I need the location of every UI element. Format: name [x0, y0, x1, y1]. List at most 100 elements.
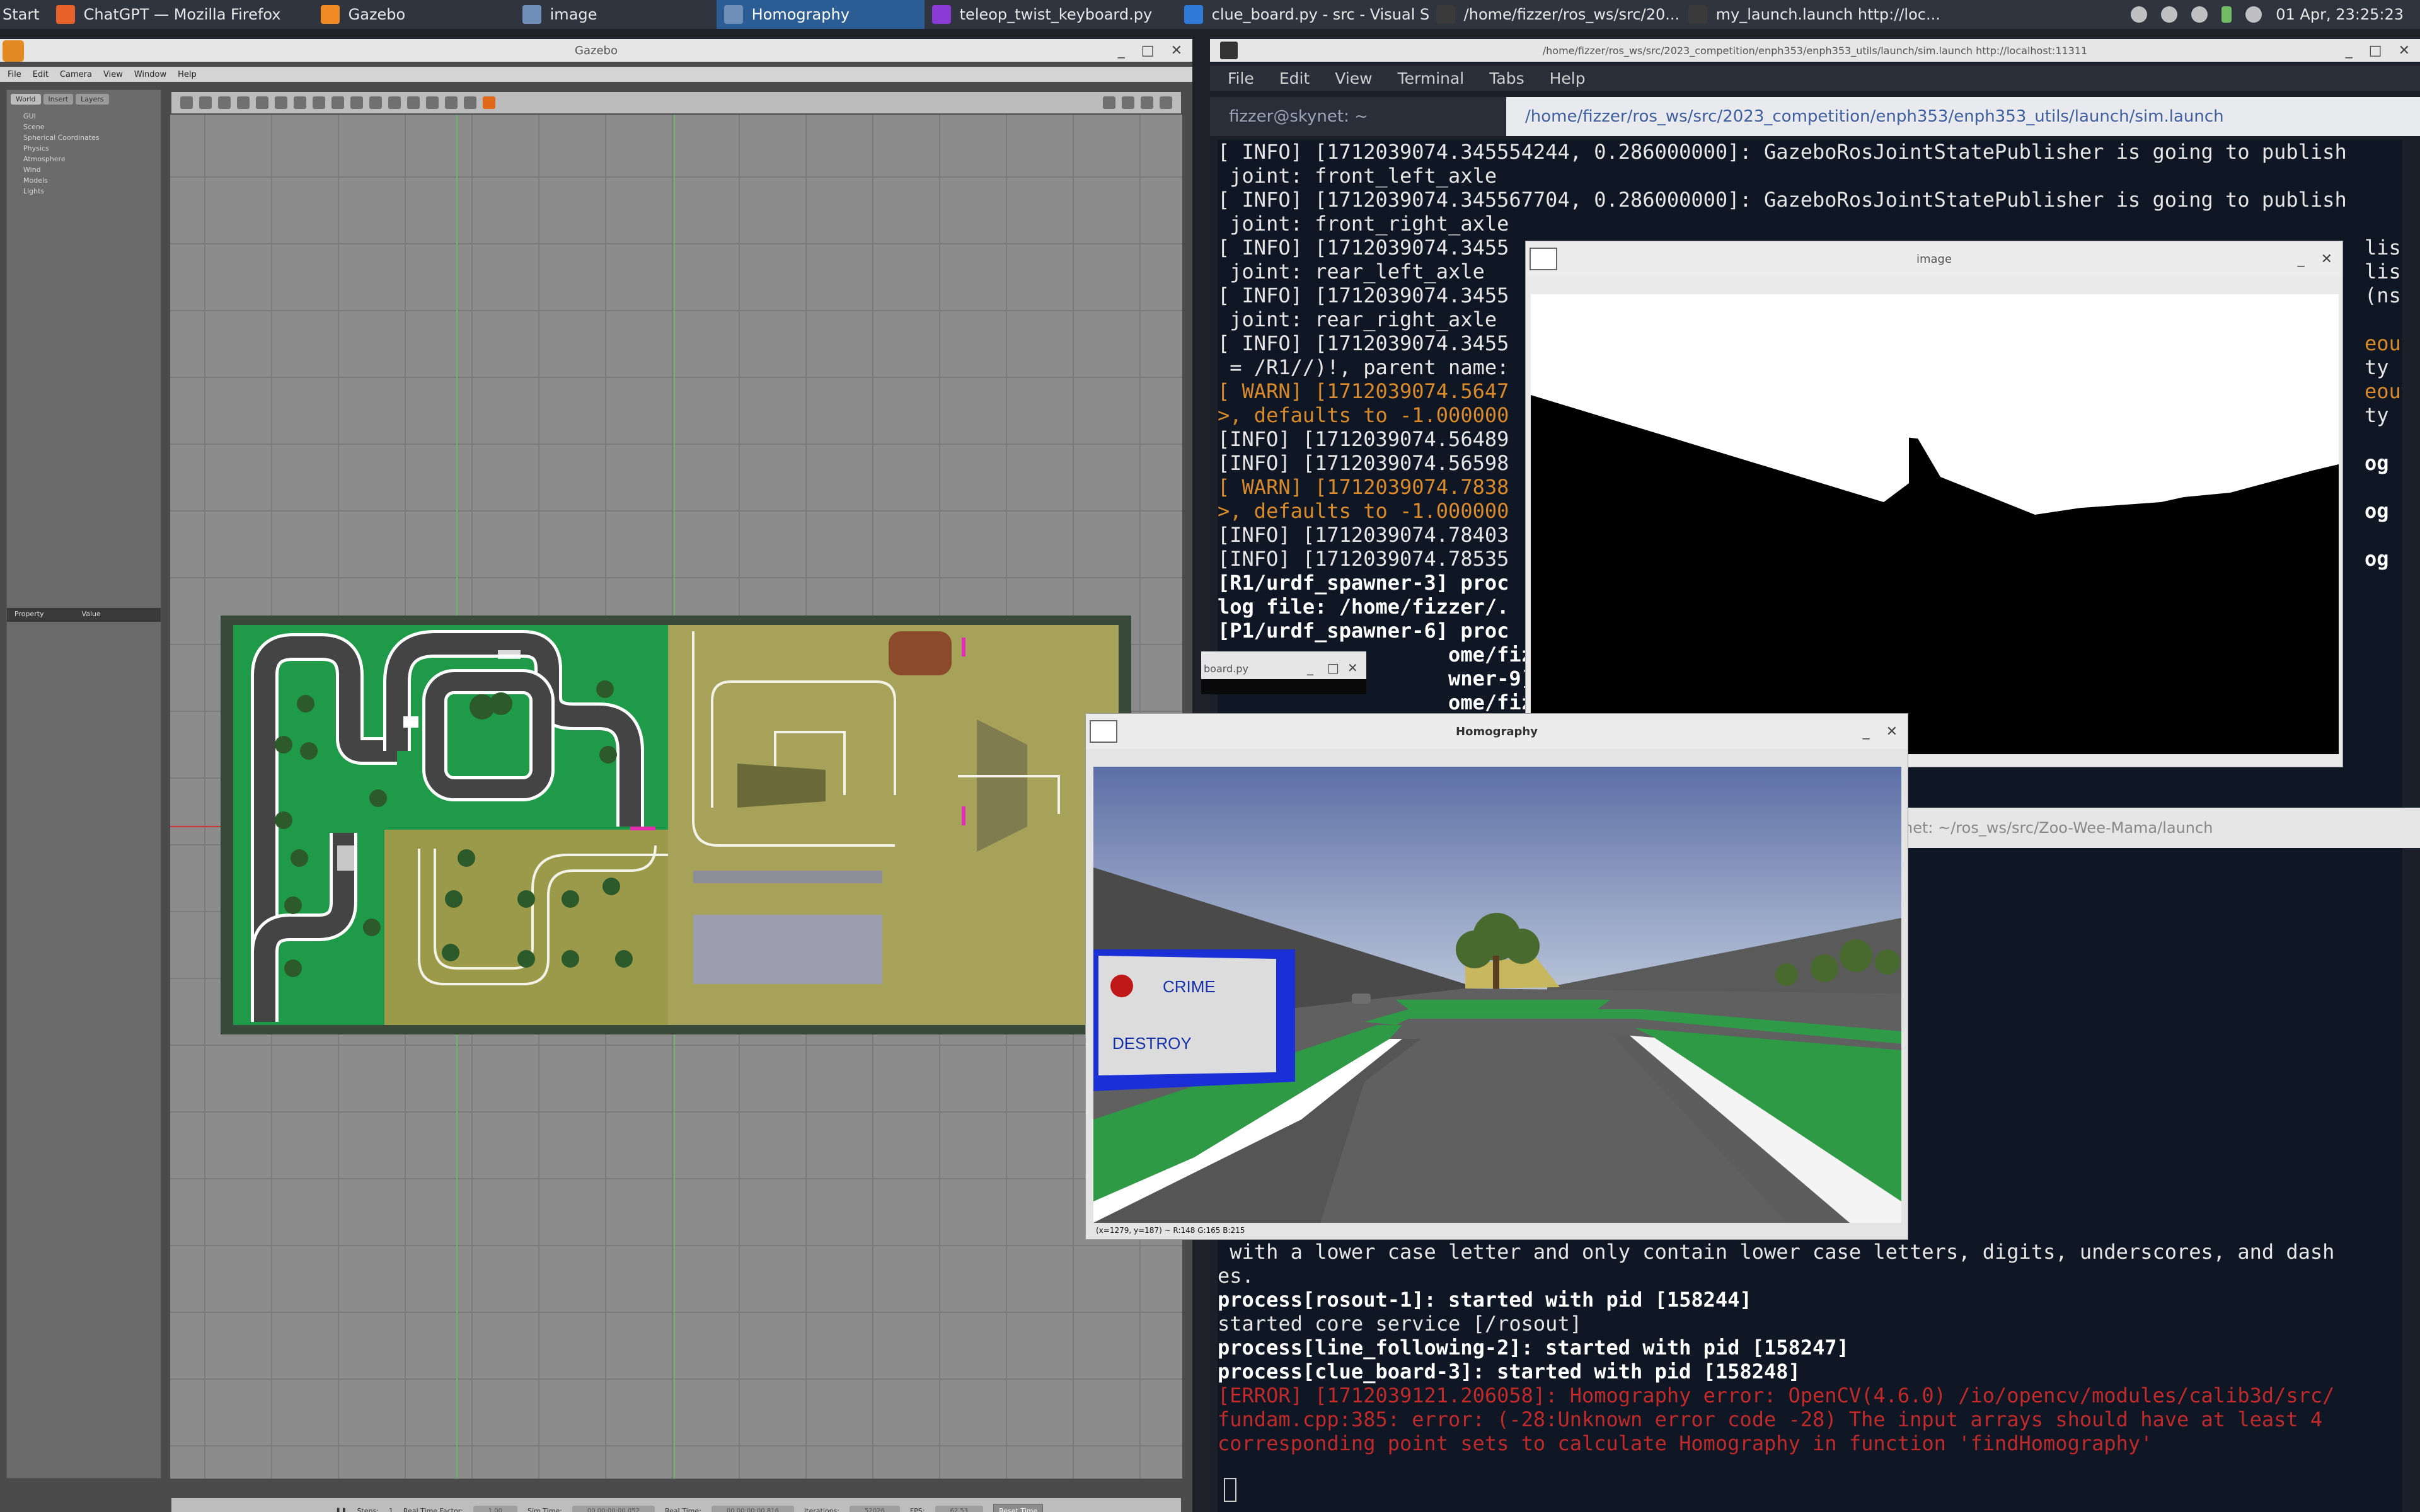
close-icon[interactable]: ✕ — [1171, 43, 1182, 59]
tree-item[interactable]: Wind — [23, 164, 161, 175]
view-angle-icon[interactable] — [483, 96, 495, 109]
taskbar-item[interactable]: /home/fizzer/ros_ws/src/20... — [1429, 0, 1681, 29]
menu-item[interactable]: Help — [178, 70, 197, 79]
battery-icon[interactable] — [2221, 6, 2232, 23]
maximize-icon[interactable]: □ — [1141, 43, 1155, 59]
minimize-icon[interactable]: _ — [2298, 251, 2305, 267]
screenshot-icon[interactable] — [1103, 96, 1115, 109]
taskbar-item[interactable]: clue_board.py - src - Visual S... — [1177, 0, 1429, 29]
tree-item[interactable]: Spherical Coordinates — [23, 132, 161, 143]
menu-item[interactable]: File — [8, 70, 21, 79]
reset-time-button[interactable]: Reset Time — [993, 1503, 1044, 1512]
menu-item[interactable]: Tabs — [1489, 69, 1524, 88]
image-titlebar[interactable]: image _ ✕ — [1526, 241, 2342, 277]
tree-item[interactable]: Scene — [23, 122, 161, 132]
redo-icon[interactable] — [275, 96, 287, 109]
maximize-icon[interactable]: □ — [1327, 660, 1339, 675]
terminal-icon — [1220, 42, 1238, 59]
panel-tab[interactable]: World — [11, 94, 41, 105]
translate-tool-icon[interactable] — [199, 96, 212, 109]
paste-icon[interactable] — [426, 96, 439, 109]
board-window[interactable]: board.py _ □ ✕ — [1201, 651, 1366, 694]
bell-icon[interactable] — [2131, 6, 2148, 23]
box-shape-icon[interactable] — [294, 96, 306, 109]
binary-mask-image[interactable] — [1531, 294, 2339, 754]
cylinder-shape-icon[interactable] — [331, 96, 344, 109]
camera-view[interactable]: CRIME DESTROY — [1093, 767, 1901, 1223]
select-tool-icon[interactable] — [180, 96, 193, 109]
volume-icon[interactable] — [2245, 6, 2262, 23]
directional-light-icon[interactable] — [388, 96, 401, 109]
close-icon[interactable]: ✕ — [2321, 251, 2332, 267]
sphere-shape-icon[interactable] — [313, 96, 325, 109]
menu-item[interactable]: File — [1228, 69, 1254, 88]
app-icon — [723, 5, 743, 24]
spot-light-icon[interactable] — [369, 96, 382, 109]
panel-tab[interactable]: Insert — [43, 94, 74, 105]
homography-titlebar[interactable]: Homography _ ✕ — [1086, 714, 1908, 749]
minimize-icon[interactable]: _ — [1863, 724, 1870, 740]
minimize-icon[interactable]: _ — [2346, 43, 2353, 59]
window-controls: _ □ ✕ — [1118, 39, 1182, 62]
tree-item[interactable]: Lights — [23, 186, 161, 197]
tree-item[interactable]: Models — [23, 175, 161, 186]
close-icon[interactable]: ✕ — [1886, 724, 1898, 740]
tree-item[interactable]: Atmosphere — [23, 154, 161, 164]
close-icon[interactable]: ✕ — [1347, 660, 1358, 675]
point-light-icon[interactable] — [350, 96, 363, 109]
bluetooth-icon[interactable] — [2161, 6, 2178, 23]
gazebo-3d-view[interactable] — [170, 115, 1182, 1479]
pause-icon[interactable]: ❚❚ — [335, 1507, 347, 1512]
menu-item[interactable]: Edit — [33, 70, 49, 79]
terminal-fragment: og — [2365, 547, 2389, 571]
taskbar-item[interactable]: image — [515, 0, 717, 29]
gazebo-panel-tabs: World Insert Layers — [7, 90, 161, 108]
menu-item[interactable]: Terminal — [1398, 69, 1465, 88]
terminal-cursor — [1224, 1478, 1236, 1502]
close-icon[interactable]: ✕ — [2399, 43, 2410, 59]
clock[interactable]: 01 Apr, 23:25:23 — [2276, 6, 2404, 23]
minimize-icon[interactable]: _ — [1307, 660, 1313, 675]
terminal-titlebar[interactable]: /home/fizzer/ros_ws/src/2023_competition… — [1210, 39, 2420, 62]
tree-item[interactable]: Physics — [23, 143, 161, 154]
scale-tool-icon[interactable] — [237, 96, 250, 109]
menu-item[interactable]: Camera — [60, 70, 92, 79]
copy-icon[interactable] — [407, 96, 420, 109]
second-terminal-titlebar[interactable]: net: ~/ros_ws/src/Zoo-Wee-Mama/launch — [1865, 808, 2420, 848]
taskbar-item[interactable]: Homography — [716, 0, 925, 29]
app-icon — [55, 5, 75, 24]
menu-item[interactable]: View — [1335, 69, 1372, 88]
wifi-icon[interactable] — [2191, 6, 2208, 23]
menu-item[interactable]: Edit — [1279, 69, 1310, 88]
log-icon[interactable] — [1122, 96, 1134, 109]
snap-icon[interactable] — [464, 96, 476, 109]
undo-icon[interactable] — [256, 96, 268, 109]
taskbar-item[interactable]: teleop_twist_keyboard.py — [925, 0, 1177, 29]
terminal-tabs: fizzer@skynet: ~ /home/fizzer/ros_ws/src… — [1210, 97, 2420, 136]
tree-item[interactable]: GUI — [23, 111, 161, 122]
menu-item[interactable]: View — [103, 70, 123, 79]
rotate-tool-icon[interactable] — [218, 96, 231, 109]
align-icon[interactable] — [445, 96, 458, 109]
start-button[interactable]: Start — [0, 6, 49, 23]
terminal-line: corresponding point sets to calculate Ho… — [1218, 1431, 2153, 1455]
taskbar-item[interactable]: my_launch.launch http://loc... — [1681, 0, 1952, 29]
gazebo-titlebar[interactable]: Gazebo _ □ ✕ — [0, 39, 1192, 62]
panel-tab[interactable]: Layers — [76, 94, 109, 105]
minimize-icon[interactable]: _ — [1118, 43, 1125, 59]
plot-icon[interactable] — [1141, 96, 1153, 109]
menu-item[interactable]: Help — [1550, 69, 1586, 88]
menu-item[interactable]: Window — [134, 70, 166, 79]
homography-title: Homography — [1456, 724, 1538, 738]
taskbar-item[interactable]: ChatGPT — Mozilla Firefox — [49, 0, 313, 29]
record-icon[interactable] — [1160, 96, 1172, 109]
tab-sim-launch[interactable]: /home/fizzer/ros_ws/src/2023_competition… — [1506, 97, 2420, 136]
steps-value[interactable]: 1 — [389, 1507, 393, 1512]
maximize-icon[interactable]: □ — [2369, 43, 2382, 59]
taskbar-item-label: /home/fizzer/ros_ws/src/20... — [1463, 6, 1680, 23]
taskbar-item[interactable]: Gazebo — [313, 0, 515, 29]
gazebo-menubar: File Edit Camera View Window Help — [0, 67, 1192, 82]
tab-home[interactable]: fizzer@skynet: ~ — [1210, 97, 1506, 136]
tab-label: /home/fizzer/ros_ws/src/2023_competition… — [1525, 107, 2224, 126]
iterations-label: Iterations: — [804, 1506, 840, 1512]
